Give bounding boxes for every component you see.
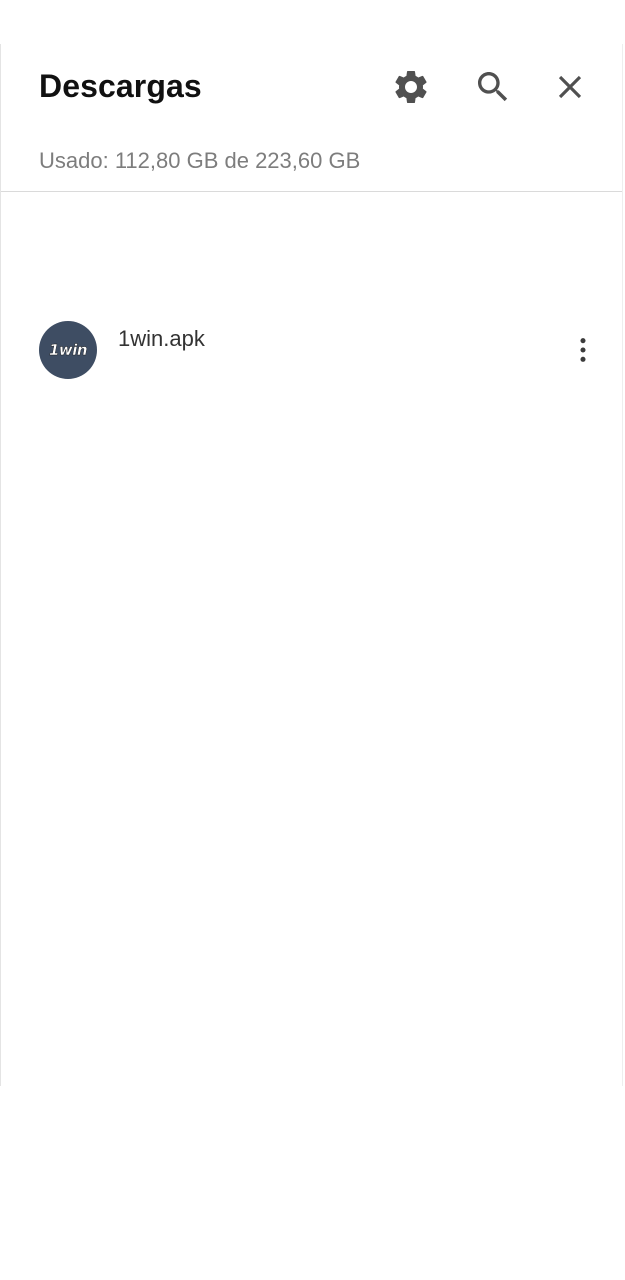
more-options-button[interactable] [559,326,607,374]
downloads-panel: Descargas Usado: 112,80 GB de 223,60 GB … [0,44,623,1086]
download-item[interactable]: 1win 1win.apk [1,306,622,398]
gear-icon [395,71,427,103]
close-icon [558,75,582,99]
downloads-header: Descargas Usado: 112,80 GB de 223,60 GB [1,44,622,192]
more-vert-icon [580,338,586,362]
file-icon-avatar: 1win [39,321,97,379]
close-button[interactable] [542,59,598,115]
settings-button[interactable] [383,59,439,115]
search-icon [478,72,508,102]
page-title: Descargas [39,68,202,104]
storage-usage: Usado: 112,80 GB de 223,60 GB [39,148,361,173]
app-logo: 1win [48,341,88,359]
file-name[interactable]: 1win.apk [118,326,205,352]
status-bar-area [0,0,625,44]
search-button[interactable] [465,59,521,115]
